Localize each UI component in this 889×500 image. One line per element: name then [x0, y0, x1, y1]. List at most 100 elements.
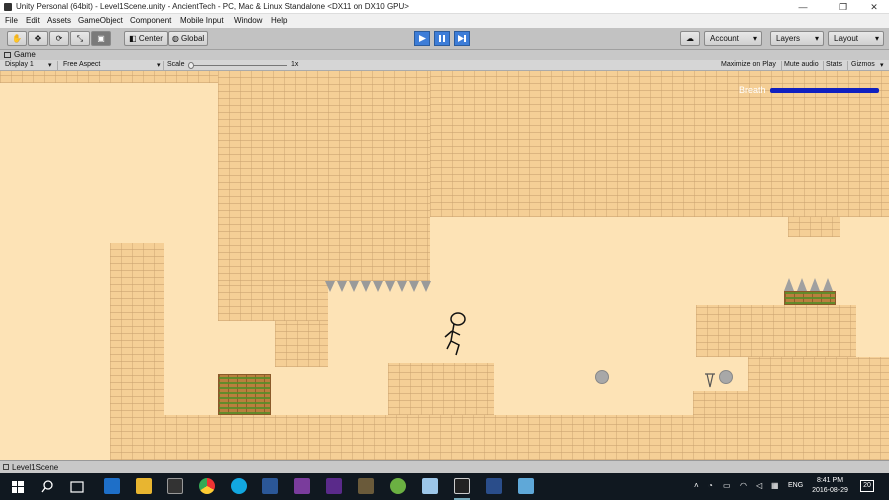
divider — [847, 61, 848, 70]
scale-slider-track[interactable] — [189, 65, 287, 66]
brick-wall — [788, 217, 840, 237]
taskbar-clock[interactable]: 8:41 PM 2016-08-29 — [808, 476, 852, 496]
divider — [823, 61, 824, 70]
clock-date: 2016-08-29 — [812, 487, 848, 494]
powershell-icon[interactable] — [486, 478, 502, 494]
notification-center-icon[interactable]: 20 — [860, 480, 874, 492]
scale-tool-button[interactable]: ⤡ — [70, 31, 90, 46]
app-icon-3[interactable] — [518, 478, 534, 494]
play-icon — [419, 35, 426, 42]
move-tool-button[interactable]: ✥ — [28, 31, 48, 46]
chevron-down-icon: ▾ — [157, 62, 161, 69]
minimize-button[interactable]: — — [788, 0, 818, 14]
scale-slider-handle[interactable] — [188, 62, 194, 69]
divider — [163, 61, 164, 70]
pivot-label: Center — [138, 34, 163, 43]
spike-hazard — [797, 278, 807, 291]
divider — [57, 61, 58, 70]
game-viewport[interactable]: Breath — [0, 71, 889, 460]
windows-taskbar: ˄ ◔ ▭ ◠ ◁ ▦ ENG 8:41 PM 2016-08-29 20 — [0, 473, 889, 500]
language-indicator[interactable]: ENG — [788, 482, 803, 489]
brick-wall — [218, 71, 430, 281]
brick-platform — [696, 305, 856, 357]
menu-mobile-input[interactable]: Mobile Input — [180, 16, 224, 25]
grass-brick-block — [784, 291, 836, 305]
play-button[interactable] — [414, 31, 430, 46]
rotate-tool-button[interactable]: ⟳ — [49, 31, 69, 46]
skype-icon[interactable] — [231, 478, 247, 494]
spike-hazard — [361, 281, 371, 292]
keyboard-icon[interactable]: ▦ — [771, 481, 779, 490]
spike-hazard — [421, 281, 431, 292]
rect-tool-button[interactable]: ▣ — [91, 31, 111, 46]
pivot-center-button[interactable]: ◧ Center — [124, 31, 168, 46]
window-title: Unity Personal (64bit) - Level1Scene.uni… — [16, 2, 409, 11]
player-stick-figure — [444, 312, 466, 356]
gizmos-dropdown[interactable]: Gizmos — [851, 61, 875, 68]
menu-component[interactable]: Component — [130, 16, 171, 25]
pause-button[interactable] — [434, 31, 450, 46]
spike-hazard — [784, 278, 794, 291]
collab-cloud-button[interactable]: ☁ — [680, 31, 700, 46]
clock-time: 8:41 PM — [816, 477, 844, 484]
app-icon-2[interactable] — [358, 478, 374, 494]
brick-platform — [748, 357, 889, 415]
search-icon[interactable] — [41, 480, 53, 493]
android-studio-icon[interactable] — [390, 478, 406, 494]
main-toolbar: ✋ ✥ ⟳ ⤡ ▣ ◧ Center ◍ Global ☁ Account ▾ … — [0, 28, 889, 50]
account-dropdown[interactable]: Account ▾ — [704, 31, 762, 46]
chrome-icon[interactable] — [199, 478, 215, 494]
scale-label: Scale — [167, 61, 185, 68]
tab-game[interactable]: Game — [14, 50, 36, 59]
status-bar: Level1Scene — [0, 460, 889, 473]
onenote-icon[interactable] — [294, 478, 310, 494]
breath-label: Breath — [739, 85, 766, 95]
grass-brick-block — [218, 374, 271, 415]
network-icon[interactable]: ◔ — [708, 481, 713, 490]
volume-icon[interactable]: ◁ — [756, 481, 762, 490]
layers-label: Layers — [776, 34, 801, 43]
account-label: Account — [710, 34, 739, 43]
notepad-icon[interactable] — [422, 478, 438, 494]
layers-dropdown[interactable]: Layers ▾ — [770, 31, 824, 46]
wifi-icon[interactable]: ◠ — [740, 481, 747, 490]
maximize-on-play-toggle[interactable]: Maximize on Play — [721, 61, 776, 68]
hand-tool-button[interactable]: ✋ — [7, 31, 27, 46]
windows-icon[interactable] — [12, 481, 24, 493]
brick-platform — [388, 363, 494, 415]
rolling-ball — [719, 370, 733, 384]
close-button[interactable]: ✕ — [859, 0, 889, 14]
space-global-button[interactable]: ◍ Global — [168, 31, 208, 46]
display-dropdown[interactable]: Display 1 — [5, 61, 34, 68]
battery-icon[interactable]: ▭ — [723, 481, 731, 490]
step-button[interactable] — [454, 31, 470, 46]
edge-icon[interactable] — [104, 478, 120, 494]
menu-bar: File Edit Assets GameObject Component Mo… — [0, 14, 889, 28]
spike-hazard — [373, 281, 383, 292]
layout-label: Layout — [834, 34, 859, 43]
stats-toggle[interactable]: Stats — [826, 61, 842, 68]
menu-assets[interactable]: Assets — [47, 16, 71, 25]
spike-hazard — [325, 281, 335, 292]
menu-file[interactable]: File — [5, 16, 18, 25]
menu-edit[interactable]: Edit — [26, 16, 40, 25]
word-icon[interactable] — [262, 478, 278, 494]
unity-icon[interactable] — [454, 478, 470, 494]
app-icon[interactable] — [326, 478, 342, 494]
menu-gameobject[interactable]: GameObject — [78, 16, 123, 25]
spike-hazard — [397, 281, 407, 292]
menu-help[interactable]: Help — [271, 16, 287, 25]
spike-hazard — [349, 281, 359, 292]
maximize-button[interactable]: ❐ — [828, 0, 858, 14]
mute-audio-toggle[interactable]: Mute audio — [784, 61, 819, 68]
layout-dropdown[interactable]: Layout ▾ — [828, 31, 884, 46]
aspect-dropdown[interactable]: Free Aspect — [63, 61, 100, 68]
menu-window[interactable]: Window — [234, 16, 262, 25]
chevron-down-icon: ▾ — [874, 34, 879, 43]
task-view-icon[interactable] — [70, 481, 84, 493]
brick-floor — [110, 415, 889, 460]
brick-wall — [218, 281, 328, 321]
show-hidden-icons-icon[interactable]: ˄ — [694, 481, 699, 490]
file-explorer-icon[interactable] — [136, 478, 152, 494]
store-icon[interactable] — [167, 478, 183, 494]
